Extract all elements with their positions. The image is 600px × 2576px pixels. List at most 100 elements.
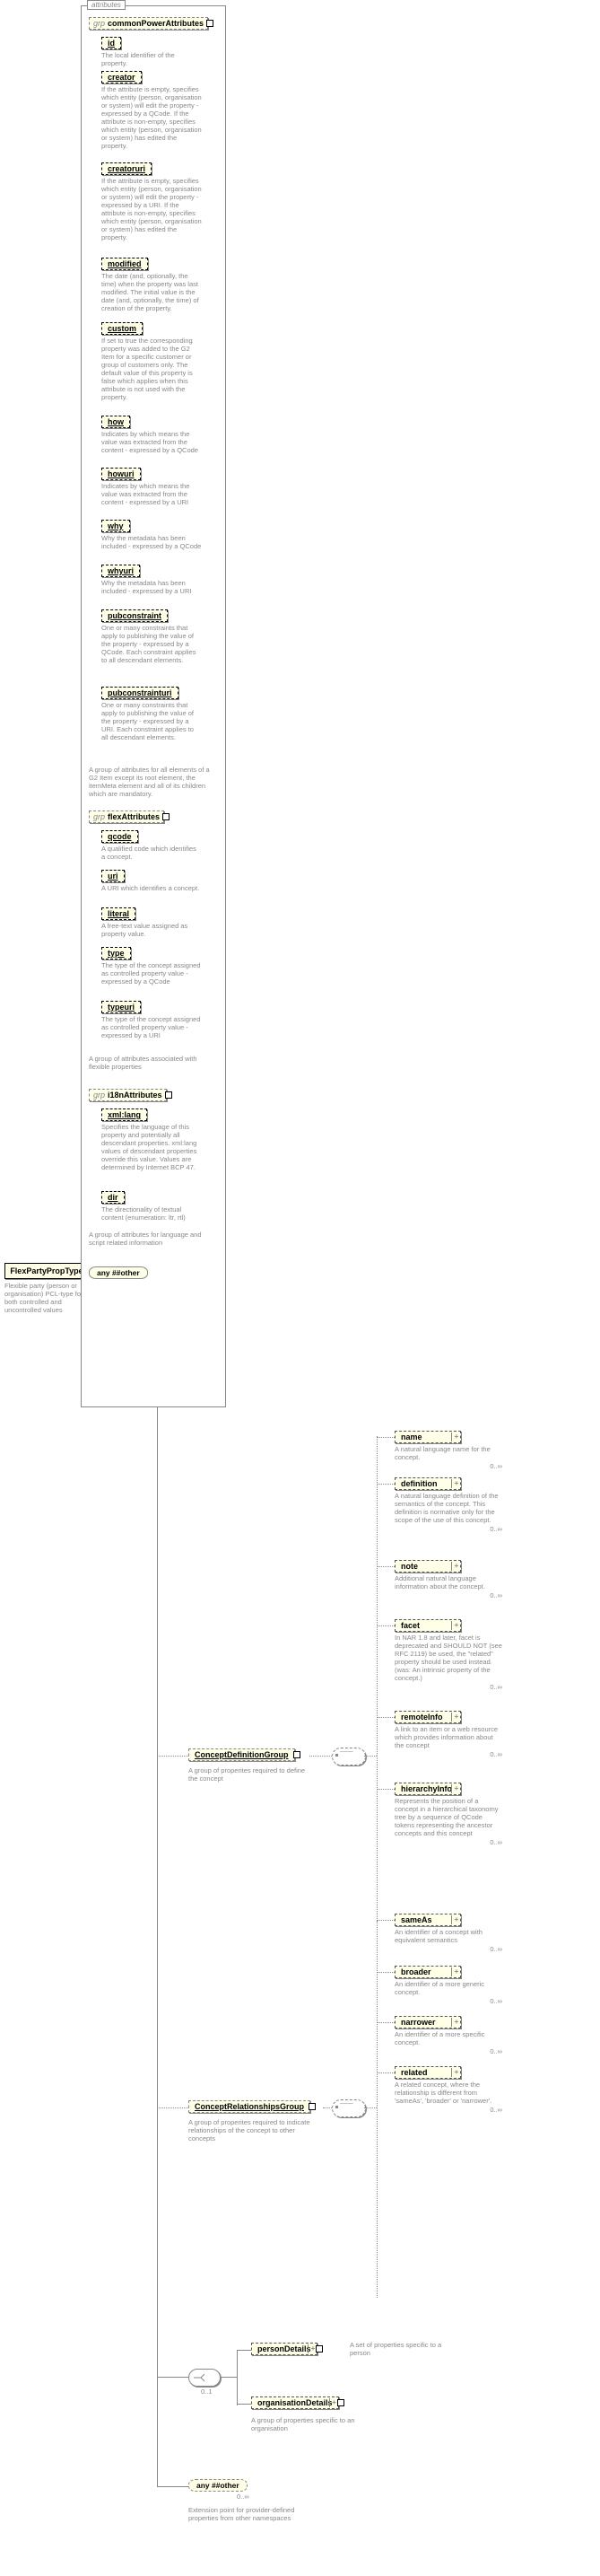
attr-qcode: qcodeA qualified code which identifies a… xyxy=(101,830,202,861)
cardinality: 0..∞ xyxy=(490,1945,502,1953)
elem-box[interactable]: remoteInfo+ xyxy=(395,1711,461,1723)
expand-icon[interactable]: + xyxy=(451,1433,461,1441)
any-pill[interactable]: any ##other xyxy=(89,1266,148,1279)
elem-desc: An identifier of a concept with equivale… xyxy=(395,1928,502,1944)
expand-icon[interactable]: + xyxy=(451,1967,461,1976)
cardinality: 0..∞ xyxy=(490,1683,502,1691)
attr-box[interactable]: modified xyxy=(101,258,148,270)
expand-icon[interactable]: + xyxy=(451,1562,461,1571)
attr-xmllang: xml:langSpecifies the language of this p… xyxy=(101,1108,202,1171)
mgroup-rel[interactable]: ConceptRelationshipsGroup xyxy=(188,2100,310,2113)
attr-box[interactable]: pubconstraint xyxy=(101,609,168,622)
attr-box[interactable]: howuri xyxy=(101,468,141,480)
attr-literal: literalA free-text value assigned as pro… xyxy=(101,907,202,938)
attributes-head: attributes xyxy=(87,0,126,10)
elem-box[interactable]: personDetails+ xyxy=(251,2343,317,2355)
connector xyxy=(377,2072,395,2073)
attr-desc: Why the metadata has been included - exp… xyxy=(101,579,202,595)
root-type-name: FlexPartyPropType xyxy=(10,1266,83,1275)
expand-icon[interactable]: + xyxy=(451,2018,461,2027)
elem-hierarchyInfo: hierarchyInfo+0..∞Represents the positio… xyxy=(395,1783,502,1837)
attr-box[interactable]: custom xyxy=(101,322,143,335)
attr-box[interactable]: typeuri xyxy=(101,1001,141,1013)
attr-desc: The local identifier of the property. xyxy=(101,51,202,67)
elem-remoteInfo: remoteInfo+0..∞A link to an item or a we… xyxy=(395,1711,502,1749)
group-desc: A group of attributes for all elements o… xyxy=(89,766,216,798)
elem-box[interactable]: broader+ xyxy=(395,1966,461,1978)
elem-personDetails: personDetails+A set of properties specif… xyxy=(251,2343,317,2355)
expand-icon[interactable]: + xyxy=(451,2068,461,2077)
attr-box[interactable]: pubconstrainturi xyxy=(101,687,178,699)
choice-connector xyxy=(188,2369,221,2387)
connector xyxy=(377,1484,395,1485)
group-i18n[interactable]: grpi18nAttributes xyxy=(89,1089,167,1101)
connector xyxy=(157,2486,188,2487)
elem-desc: A link to an item or a web resource whic… xyxy=(395,1725,502,1749)
expand-icon[interactable]: + xyxy=(451,1784,461,1793)
elem-box[interactable]: hierarchyInfo+ xyxy=(395,1783,461,1795)
cardinality: 0..∞ xyxy=(490,2047,502,2055)
connector xyxy=(157,1756,188,1757)
elem-desc: A related concept, where the relationshi… xyxy=(395,2081,502,2105)
group-name: commonPowerAttributes xyxy=(108,19,204,28)
attr-box[interactable]: qcode xyxy=(101,830,138,843)
group-flex[interactable]: grpflexAttributes xyxy=(89,810,164,823)
elem-facet: facet+0..∞In NAR 1.8 and later, facet is… xyxy=(395,1619,502,1682)
elem-box[interactable]: organisationDetails+ xyxy=(251,2396,339,2409)
connector xyxy=(364,2107,377,2108)
expand-icon[interactable]: + xyxy=(329,2398,339,2407)
attr-box[interactable]: creator xyxy=(101,71,142,83)
expand-icon[interactable]: + xyxy=(308,2344,317,2353)
elem-box[interactable]: related+ xyxy=(395,2066,461,2079)
elem-desc: A group of properties specific to an org… xyxy=(251,2416,377,2432)
elem-box[interactable]: facet+ xyxy=(395,1619,461,1632)
elem-definition: definition+0..∞A natural language defini… xyxy=(395,1477,502,1524)
mgroup-def[interactable]: ConceptDefinitionGroup xyxy=(188,1748,295,1761)
elem-narrower: narrower+0..∞An identifier of a more spe… xyxy=(395,2016,502,2046)
cardinality: 0..∞ xyxy=(490,1750,502,1758)
elem-box[interactable]: narrower+ xyxy=(395,2016,461,2028)
expand-icon[interactable]: + xyxy=(451,1479,461,1488)
attr-creatoruri: creatoruri If the attribute is empty, spe… xyxy=(101,162,202,241)
elem-note: note+0..∞Additional natural language inf… xyxy=(395,1560,502,1590)
attr-howuri: howuri Indicates by which means the value… xyxy=(101,468,202,506)
connector xyxy=(377,1920,395,1921)
connector xyxy=(377,1625,395,1626)
elem-box[interactable]: name+ xyxy=(395,1431,461,1443)
attr-box[interactable]: why xyxy=(101,520,130,532)
ext-desc: Extension point for provider-defined pro… xyxy=(188,2506,305,2522)
root-type-box[interactable]: FlexPartyPropType xyxy=(4,1263,89,1279)
attr-desc: One or many constraints that apply to pu… xyxy=(101,701,202,741)
attr-box[interactable]: how xyxy=(101,416,130,428)
attr-box[interactable]: type xyxy=(101,947,131,959)
expand-icon[interactable]: + xyxy=(451,1713,461,1722)
attr-desc: The type of the concept assigned as cont… xyxy=(101,1015,202,1039)
group-common[interactable]: grpcommonPowerAttributes xyxy=(89,17,208,30)
expand-icon[interactable]: + xyxy=(451,1915,461,1924)
rel-sequence xyxy=(332,2099,366,2117)
cardinality: 0..∞ xyxy=(237,2493,249,2501)
connector xyxy=(377,1717,395,1718)
elem-box[interactable]: sameAs+ xyxy=(395,1914,461,1926)
attr-box[interactable]: dir xyxy=(101,1191,125,1204)
connector xyxy=(377,1789,395,1790)
attr-custom: customIf set to true the corresponding p… xyxy=(101,322,202,401)
attr-why: whyWhy the metadata has been included - … xyxy=(101,520,202,550)
attr-box[interactable]: literal xyxy=(101,907,135,920)
elem-box[interactable]: definition+ xyxy=(395,1477,461,1490)
attr-desc: If the attribute is empty, specifies whi… xyxy=(101,177,202,241)
expand-icon[interactable]: + xyxy=(451,1621,461,1630)
attr-desc: If the attribute is empty, specifies whi… xyxy=(101,85,202,150)
connector xyxy=(323,2107,332,2108)
group-name: i18nAttributes xyxy=(108,1091,162,1100)
elem-box[interactable]: note+ xyxy=(395,1560,461,1573)
attr-desc: Indicates by which means the value was e… xyxy=(101,482,202,506)
attr-box[interactable]: xml:lang xyxy=(101,1108,147,1121)
any-pill[interactable]: any ##other xyxy=(188,2479,248,2492)
attr-box[interactable]: whyuri xyxy=(101,565,140,577)
attr-box[interactable]: uri xyxy=(101,870,125,882)
elem-related: related+0..∞A related concept, where the… xyxy=(395,2066,502,2105)
attr-box[interactable]: creatoruri xyxy=(101,162,152,175)
elem-desc: In NAR 1.8 and later, facet is deprecate… xyxy=(395,1634,502,1682)
attr-box[interactable]: id xyxy=(101,37,121,49)
